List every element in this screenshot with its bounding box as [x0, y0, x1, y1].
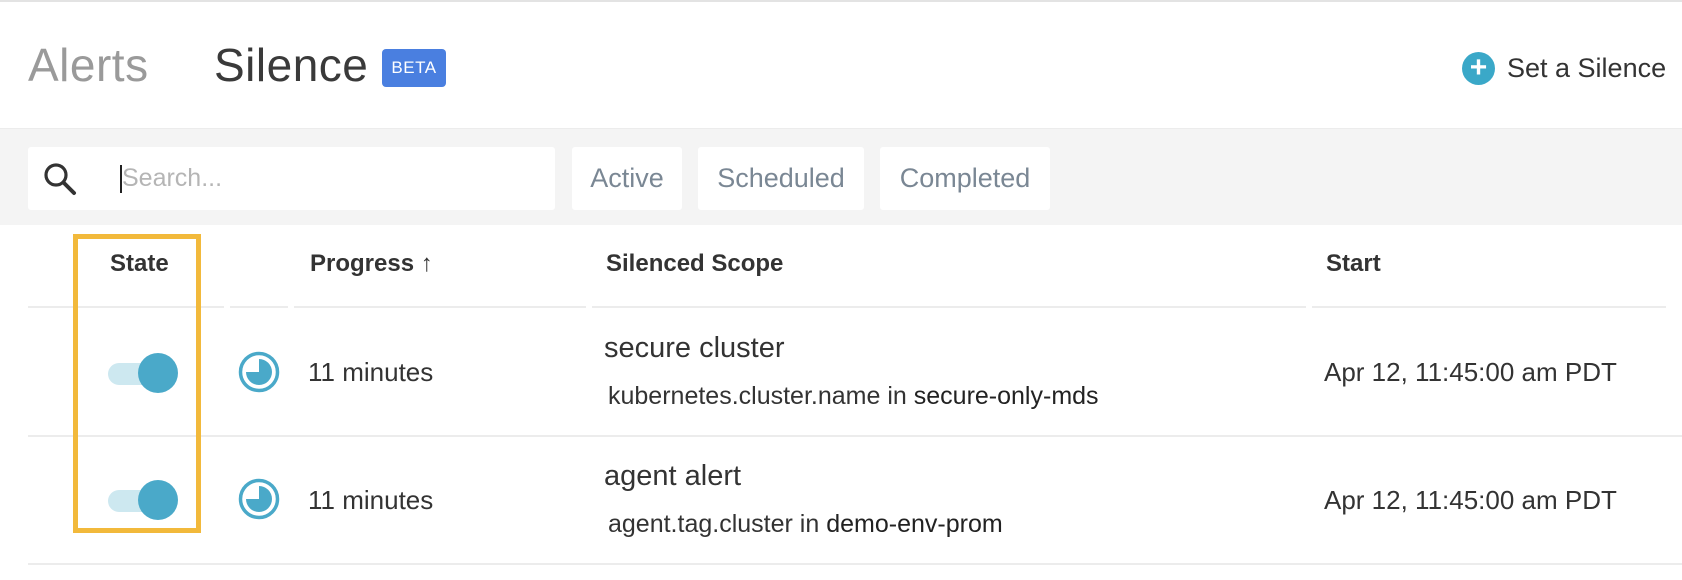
- scope-name: secure cluster: [604, 332, 785, 364]
- toggle-thumb: [138, 480, 178, 520]
- scope-name: agent alert: [604, 460, 742, 492]
- clock-icon: [238, 478, 280, 520]
- filter-completed-button[interactable]: Completed: [880, 147, 1050, 210]
- plus-circle-icon: +: [1462, 51, 1495, 85]
- search-input[interactable]: [122, 147, 542, 210]
- start-time: Apr 12, 11:45:00 am PDT: [1324, 357, 1617, 387]
- row-divider: [28, 563, 1682, 565]
- silence-page: Alerts Silence BETA + Set a Silence Acti…: [0, 0, 1682, 580]
- scope-expression: agent.tag.cluster in demo-env-prom: [608, 510, 1003, 539]
- scope-value: secure-only-mds: [913, 382, 1099, 410]
- column-header-progress[interactable]: Progress ↑: [310, 250, 433, 278]
- state-toggle[interactable]: [108, 351, 180, 395]
- header-divider: [28, 306, 224, 308]
- scope-expression: kubernetes.cluster.name in secure-only-m…: [608, 382, 1099, 411]
- filter-active-button[interactable]: Active: [572, 147, 682, 210]
- scope-operator: in: [887, 382, 907, 410]
- column-header-start[interactable]: Start: [1326, 250, 1381, 278]
- search-box[interactable]: [28, 147, 555, 210]
- scope-value: demo-env-prom: [826, 510, 1003, 538]
- header-divider: [294, 306, 586, 308]
- filter-scheduled-button[interactable]: Scheduled: [698, 147, 864, 210]
- scope-operator: in: [799, 510, 820, 538]
- scope-key: agent.tag.cluster: [608, 510, 793, 538]
- progress-text: 11 minutes: [308, 485, 434, 515]
- toggle-thumb: [138, 353, 178, 393]
- progress-text: 11 minutes: [308, 357, 434, 387]
- search-icon: [44, 163, 76, 195]
- row-divider: [28, 435, 1682, 437]
- filter-bar: Active Scheduled Completed: [0, 128, 1682, 225]
- clock-icon: [238, 351, 280, 393]
- tab-silence[interactable]: Silence: [214, 38, 368, 92]
- tab-alerts[interactable]: Alerts: [28, 38, 149, 92]
- scope-key: kubernetes.cluster.name: [608, 382, 881, 410]
- state-toggle[interactable]: [108, 478, 180, 522]
- set-silence-label: Set a Silence: [1507, 52, 1667, 83]
- column-header-scope[interactable]: Silenced Scope: [606, 250, 783, 278]
- start-time: Apr 12, 11:45:00 am PDT: [1324, 485, 1617, 515]
- column-header-state[interactable]: State: [110, 250, 169, 278]
- beta-badge: BETA: [382, 49, 446, 87]
- header-divider: [1312, 306, 1666, 308]
- set-silence-button[interactable]: + Set a Silence: [1462, 50, 1666, 86]
- header-divider: [592, 306, 1306, 308]
- header-divider: [230, 306, 288, 308]
- page-header: Alerts Silence BETA + Set a Silence: [0, 2, 1682, 128]
